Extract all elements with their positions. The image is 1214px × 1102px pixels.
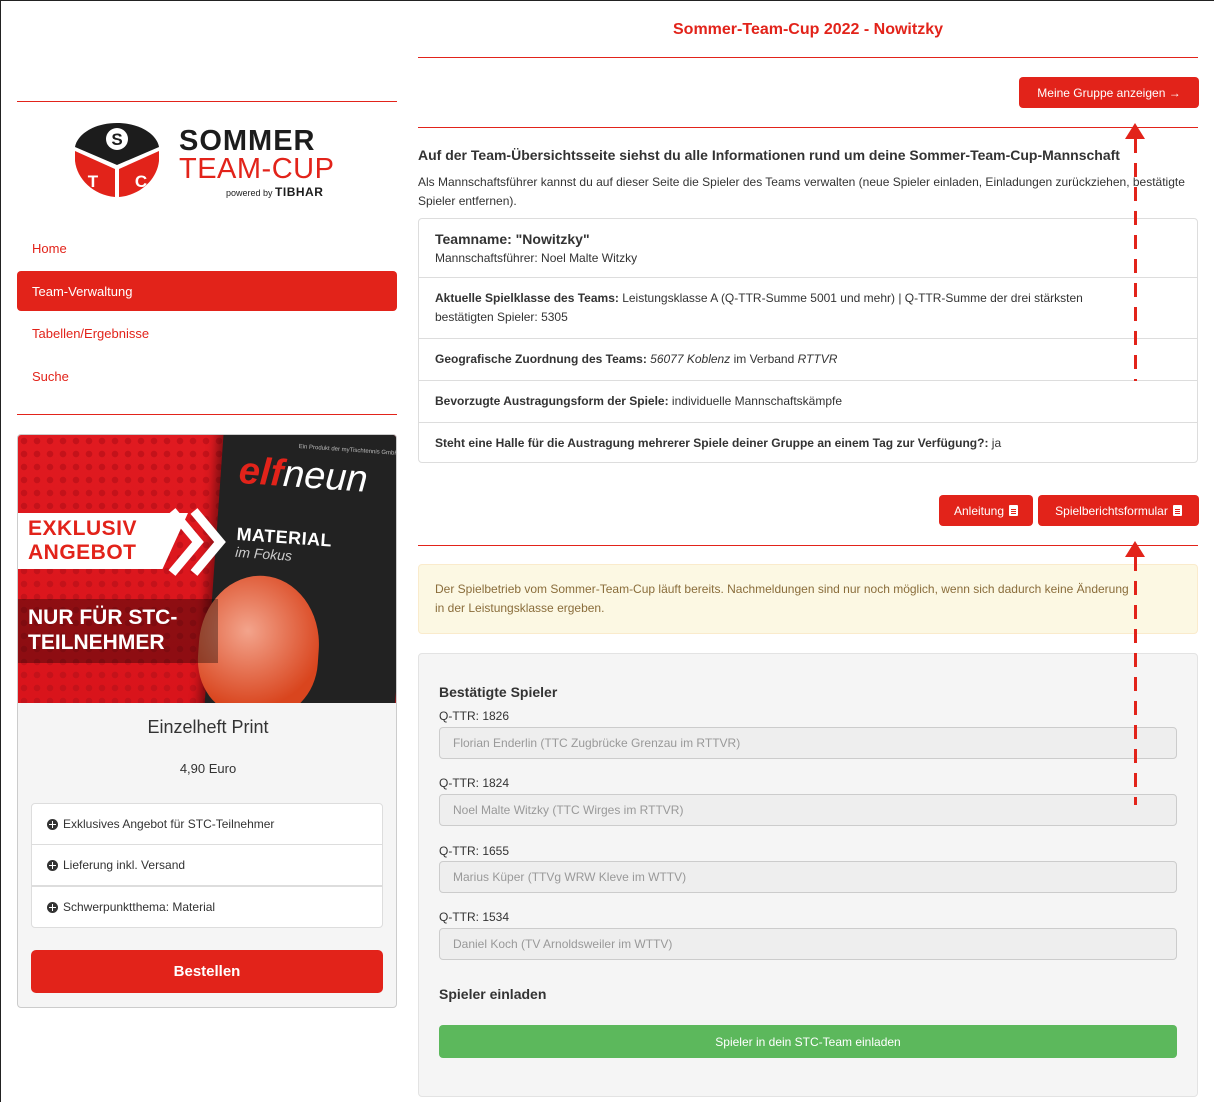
logo-letter-t: T <box>88 172 99 191</box>
annotation-arrow-icon <box>1125 541 1145 557</box>
feature-item: Exklusives Angebot für STC-Teilnehmer <box>31 803 383 845</box>
team-name-row: Teamname: "Nowitzky" Mannschaftsführer: … <box>419 219 1197 277</box>
feature-item: Schwerpunktthema: Material <box>31 886 383 928</box>
notice-alert: Der Spielbetrieb vom Sommer-Team-Cup läu… <box>418 564 1198 634</box>
file-pdf-icon <box>1172 505 1182 516</box>
plus-circle-icon <box>47 859 58 871</box>
team-name: Teamname: "Nowitzky" <box>435 230 590 247</box>
invite-heading: Spieler einladen <box>439 986 547 1002</box>
geo-place: 56077 Koblenz <box>650 352 731 366</box>
logo-powered-text: powered by <box>226 188 273 198</box>
chevron-right-icon <box>168 508 226 576</box>
logo-brand: TIBHAR <box>275 185 324 199</box>
magazine-title: elfneun <box>237 449 370 502</box>
sidebar-divider-top <box>17 101 397 102</box>
ad-badge-text2: ANGEBOT <box>28 541 137 564</box>
ad-banner[interactable]: Ein Produkt der myTischtennis GmbH elfne… <box>18 435 396 703</box>
geo-label: Geografische Zuordnung des Teams: <box>435 352 647 366</box>
feature-item: Lieferung inkl. Versand <box>31 844 383 886</box>
player-field: Florian Enderlin (TTC Zugbrücke Grenzau … <box>439 727 1177 759</box>
logo-powered: powered by TIBHAR <box>226 185 323 199</box>
annotation-dashed-line <box>1134 139 1137 381</box>
logo: S T C SOMMER TEAM-CUP powered by TIBHAR <box>71 121 351 199</box>
show-group-button[interactable]: Meine Gruppe anzeigen → <box>1019 77 1199 108</box>
logo-letter-c: C <box>135 172 147 191</box>
team-info-panel: Teamname: "Nowitzky" Mannschaftsführer: … <box>418 218 1198 463</box>
player-qttr: Q-TTR: 1826 <box>439 709 510 723</box>
sidebar-item-tabellen[interactable]: Tabellen/Ergebnisse <box>17 313 397 353</box>
hall-label: Steht eine Halle für die Austragung mehr… <box>435 435 989 450</box>
hall-value: ja <box>988 435 1002 450</box>
file-pdf-icon <box>1009 505 1019 516</box>
magazine-title-a: elf <box>237 449 285 495</box>
feature-label: Lieferung inkl. Versand <box>63 858 186 872</box>
team-geo-row: Geografische Zuordnung des Teams: 56077 … <box>419 338 1197 380</box>
magazine-cover: Ein Produkt der myTischtennis GmbH elfne… <box>194 435 396 703</box>
divider <box>418 545 1198 546</box>
guide-button[interactable]: Anleitung <box>939 495 1033 526</box>
product-price: 4,90 Euro <box>179 761 237 776</box>
plus-circle-icon <box>47 901 58 913</box>
ad-headline-1: NUR FÜR STC- <box>28 606 178 629</box>
divider <box>418 127 1198 128</box>
page-title: Sommer-Team-Cup 2022 - Nowitzky <box>673 21 943 38</box>
feature-label: Schwerpunktthema: Material <box>63 900 216 914</box>
class-label: Aktuelle Spielklasse des Teams: <box>435 291 619 305</box>
player-field: Noel Malte Witzky (TTC Wirges im RTTVR) <box>439 794 1177 826</box>
invite-button[interactable]: Spieler in dein STC-Team einladen <box>439 1025 1177 1058</box>
feature-label: Exklusives Angebot für STC-Teilnehmer <box>63 817 275 831</box>
overview-heading: Auf der Team-Übersichtsseite siehst du a… <box>418 147 1120 163</box>
annotation-arrow-icon <box>1125 123 1145 139</box>
product-name: Einzelheft Print <box>147 717 269 737</box>
players-heading: Bestätigte Spieler <box>439 684 558 700</box>
team-hall-row: Steht eine Halle für die Austragung mehr… <box>419 422 1197 463</box>
divider <box>418 57 1198 58</box>
plus-circle-icon <box>47 818 58 830</box>
annotation-dashed-line <box>1134 557 1137 805</box>
guide-label: Anleitung <box>953 503 1005 518</box>
team-class-row: Aktuelle Spielklasse des Teams: Leistung… <box>419 277 1197 338</box>
logo-letter-s: S <box>111 130 122 149</box>
order-button[interactable]: Bestellen <box>31 950 383 993</box>
overview-text: Als Mannschaftsführer kannst du auf dies… <box>418 175 1185 208</box>
match-report-button[interactable]: Spielberichtsformular <box>1038 495 1199 526</box>
sidebar-item-suche[interactable]: Suche <box>17 356 397 396</box>
player-field: Daniel Koch (TV Arnoldsweiler im WTTV) <box>439 928 1177 960</box>
form-value: individuelle Mannschaftskämpfe <box>668 394 843 408</box>
logo-icon: S T C <box>75 123 159 197</box>
player-field: Marius Küper (TTVg WRW Kleve im WTTV) <box>439 861 1177 893</box>
sidebar-item-team-verwaltung[interactable]: Team-Verwaltung <box>17 271 397 311</box>
team-form-row: Bevorzugte Austragungsform der Spiele: i… <box>419 380 1197 422</box>
player-qttr: Q-TTR: 1824 <box>439 776 510 790</box>
geo-mid: im Verband <box>730 352 798 366</box>
logo-line2: TEAM-CUP <box>179 153 335 185</box>
sidebar-item-home[interactable]: Home <box>17 228 397 268</box>
ad-badge-text1: EXKLUSIV <box>28 517 138 540</box>
sidebar-divider-bottom <box>17 414 397 415</box>
report-label: Spielberichtsformular <box>1055 503 1168 518</box>
notice-text: Der Spielbetrieb vom Sommer-Team-Cup läu… <box>435 582 1129 615</box>
magazine-title-b: neun <box>281 453 370 501</box>
magazine-sub: im Fokus <box>234 543 293 564</box>
geo-assoc: RTTVR <box>797 352 838 366</box>
team-captain: Mannschaftsführer: Noel Malte Witzky <box>435 250 638 265</box>
player-qttr: Q-TTR: 1655 <box>439 844 510 858</box>
player-qttr: Q-TTR: 1534 <box>439 910 510 924</box>
ad-headline-2: TEILNEHMER <box>28 631 165 654</box>
form-label: Bevorzugte Austragungsform der Spiele: <box>435 394 669 408</box>
